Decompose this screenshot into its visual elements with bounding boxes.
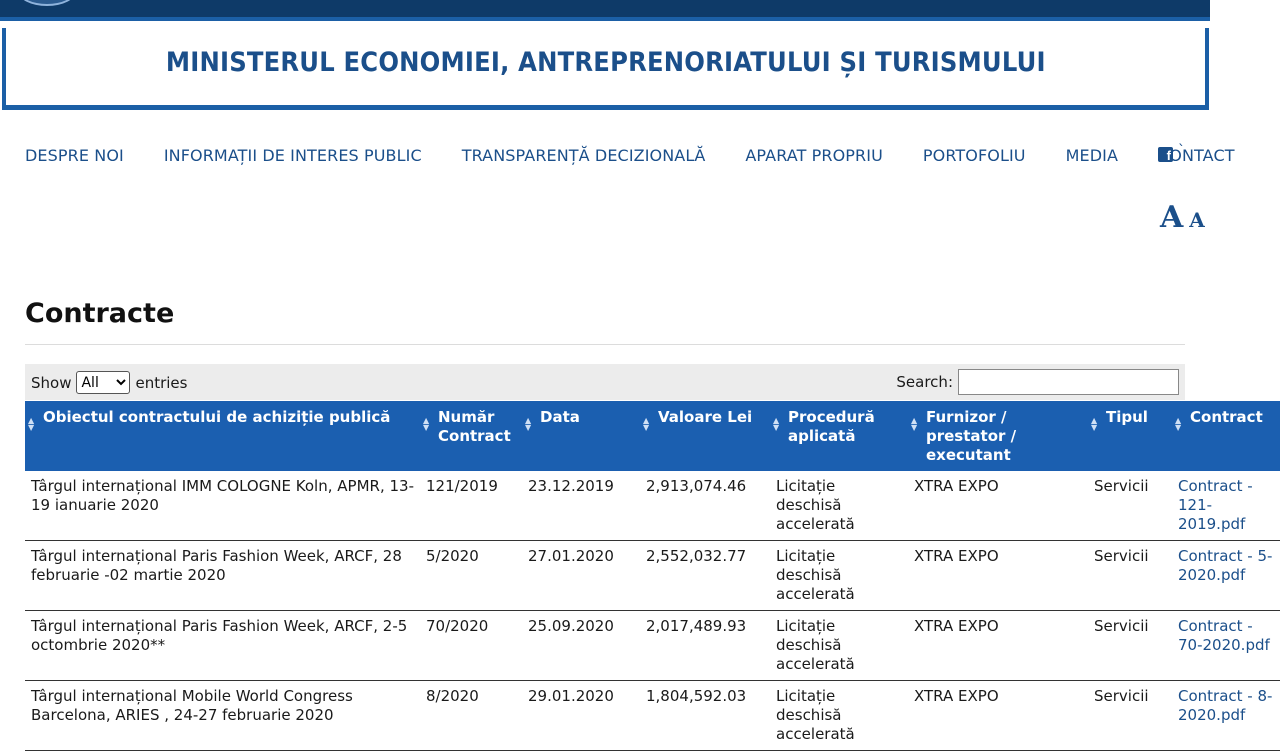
cell-type: Servicii bbox=[1088, 471, 1172, 541]
table-row: Târgul internațional Paris Fashion Week,… bbox=[25, 540, 1280, 611]
nav-portofoliu[interactable]: PORTOFOLIU bbox=[923, 146, 1026, 165]
nav-media[interactable]: MEDIA bbox=[1066, 146, 1118, 165]
cell-number: 5/2020 bbox=[420, 540, 522, 611]
cell-value: 1,804,592.03 bbox=[640, 680, 770, 751]
sort-icon: ▲ ▼ bbox=[1091, 416, 1098, 432]
cell-type: Servicii bbox=[1088, 680, 1172, 751]
show-label: Show bbox=[31, 373, 72, 392]
cell-date: 23.12.2019 bbox=[522, 471, 640, 541]
table-controls: Show All entries Search: bbox=[25, 364, 1185, 400]
nav-despre-noi[interactable]: DESPRE NOI bbox=[25, 146, 124, 165]
cell-object: Târgul internațional Paris Fashion Week,… bbox=[25, 540, 420, 611]
cell-supplier: XTRA EXPO bbox=[908, 680, 1088, 751]
search-input[interactable] bbox=[958, 369, 1179, 395]
top-bar bbox=[0, 0, 1210, 17]
contract-pdf-link[interactable]: Contract - 70-2020.pdf bbox=[1178, 617, 1270, 654]
sort-icon: ▲ ▼ bbox=[423, 416, 430, 432]
cell-object: Târgul internațional Mobile World Congre… bbox=[25, 680, 420, 751]
nav-overflow-mark: ` bbox=[1178, 143, 1185, 159]
column-header-data[interactable]: ▲ ▼ Data bbox=[522, 401, 640, 471]
cell-contract: Contract - 70-2020.pdf bbox=[1172, 610, 1280, 681]
cell-supplier: XTRA EXPO bbox=[908, 540, 1088, 611]
title-divider bbox=[25, 344, 1185, 345]
entries-length-control: Show All entries bbox=[31, 371, 187, 394]
sort-icon: ▲ ▼ bbox=[28, 416, 35, 432]
page-title: Contracte bbox=[25, 298, 175, 329]
table-header-row: ▲ ▼ Obiectul contractului de achiziție pub… bbox=[25, 401, 1280, 471]
column-header-valoare[interactable]: ▲ ▼ Valoare Lei bbox=[640, 401, 770, 471]
column-header-tipul[interactable]: ▲ ▼ Tipul bbox=[1088, 401, 1172, 471]
cell-contract: Contract - 121-2019.pdf bbox=[1172, 471, 1280, 541]
sort-icon: ▲ ▼ bbox=[773, 416, 780, 432]
contract-pdf-link[interactable]: Contract - 5-2020.pdf bbox=[1178, 547, 1272, 584]
sort-icon: ▲ ▼ bbox=[911, 416, 918, 432]
cell-procedure: Licitație deschisă accelerată bbox=[770, 680, 908, 751]
table-row: Târgul internațional Paris Fashion Week,… bbox=[25, 610, 1280, 681]
column-header-procedura[interactable]: ▲ ▼ Procedură aplicată bbox=[770, 401, 908, 471]
entries-label: entries bbox=[135, 373, 188, 392]
entries-select[interactable]: All bbox=[76, 371, 131, 394]
column-header-furnizor[interactable]: ▲ ▼ Furnizor / prestator / executant bbox=[908, 401, 1088, 471]
cell-number: 8/2020 bbox=[420, 680, 522, 751]
column-header-contract[interactable]: ▲ ▼ Contract bbox=[1172, 401, 1280, 471]
table-row: Târgul internațional Mobile World Congre… bbox=[25, 680, 1280, 751]
cell-value: 2,552,032.77 bbox=[640, 540, 770, 611]
cell-supplier: XTRA EXPO bbox=[908, 471, 1088, 541]
table-search: Search: bbox=[896, 369, 1179, 395]
font-decrease-button[interactable]: A bbox=[1189, 208, 1205, 232]
nav-aparat-propriu[interactable]: APARAT PROPRIU bbox=[745, 146, 883, 165]
cell-type: Servicii bbox=[1088, 540, 1172, 611]
nav-transparenta-decizionala[interactable]: TRANSPARENȚĂ DECIZIONALĂ bbox=[462, 146, 706, 165]
cell-value: 2,913,074.46 bbox=[640, 471, 770, 541]
column-header-numar[interactable]: ▲ ▼ Număr Contract bbox=[420, 401, 522, 471]
cell-procedure: Licitație deschisă accelerată bbox=[770, 540, 908, 611]
cell-procedure: Licitație deschisă accelerată bbox=[770, 610, 908, 681]
cell-date: 29.01.2020 bbox=[522, 680, 640, 751]
contract-pdf-link[interactable]: Contract - 8-2020.pdf bbox=[1178, 687, 1272, 724]
cell-supplier: XTRA EXPO bbox=[908, 610, 1088, 681]
sort-icon: ▲ ▼ bbox=[525, 416, 532, 432]
ministry-banner: MINISTERUL ECONOMIEI, ANTREPRENORIATULUI… bbox=[2, 28, 1209, 110]
cell-number: 121/2019 bbox=[420, 471, 522, 541]
cell-type: Servicii bbox=[1088, 610, 1172, 681]
facebook-icon[interactable]: f bbox=[1158, 147, 1173, 162]
contracts-table: ▲ ▼ Obiectul contractului de achiziție pub… bbox=[25, 401, 1280, 751]
main-nav: DESPRE NOI INFORMAȚII DE INTERES PUBLIC … bbox=[25, 144, 1275, 166]
cell-contract: Contract - 8-2020.pdf bbox=[1172, 680, 1280, 751]
cell-date: 27.01.2020 bbox=[522, 540, 640, 611]
cell-object: Târgul internațional IMM COLOGNE Koln, A… bbox=[25, 471, 420, 541]
cell-contract: Contract - 5-2020.pdf bbox=[1172, 540, 1280, 611]
search-label: Search: bbox=[896, 373, 953, 391]
cell-procedure: Licitație deschisă accelerată bbox=[770, 471, 908, 541]
font-increase-button[interactable]: A bbox=[1160, 200, 1183, 235]
sort-icon: ▲ ▼ bbox=[643, 416, 650, 432]
cell-value: 2,017,489.93 bbox=[640, 610, 770, 681]
top-bar-accent bbox=[0, 17, 1210, 21]
contract-pdf-link[interactable]: Contract - 121-2019.pdf bbox=[1178, 477, 1253, 533]
cell-date: 25.09.2020 bbox=[522, 610, 640, 681]
column-header-obiect[interactable]: ▲ ▼ Obiectul contractului de achiziție pub… bbox=[25, 401, 420, 471]
sort-icon: ▲ ▼ bbox=[1175, 416, 1182, 432]
nav-informatii-interes-public[interactable]: INFORMAȚII DE INTERES PUBLIC bbox=[164, 146, 422, 165]
cell-object: Târgul internațional Paris Fashion Week,… bbox=[25, 610, 420, 681]
font-size-controls: A A bbox=[1160, 200, 1205, 235]
table-row: Târgul internațional IMM COLOGNE Koln, A… bbox=[25, 471, 1280, 541]
cell-number: 70/2020 bbox=[420, 610, 522, 681]
ministry-title[interactable]: MINISTERUL ECONOMIEI, ANTREPRENORIATULUI… bbox=[166, 47, 1046, 78]
